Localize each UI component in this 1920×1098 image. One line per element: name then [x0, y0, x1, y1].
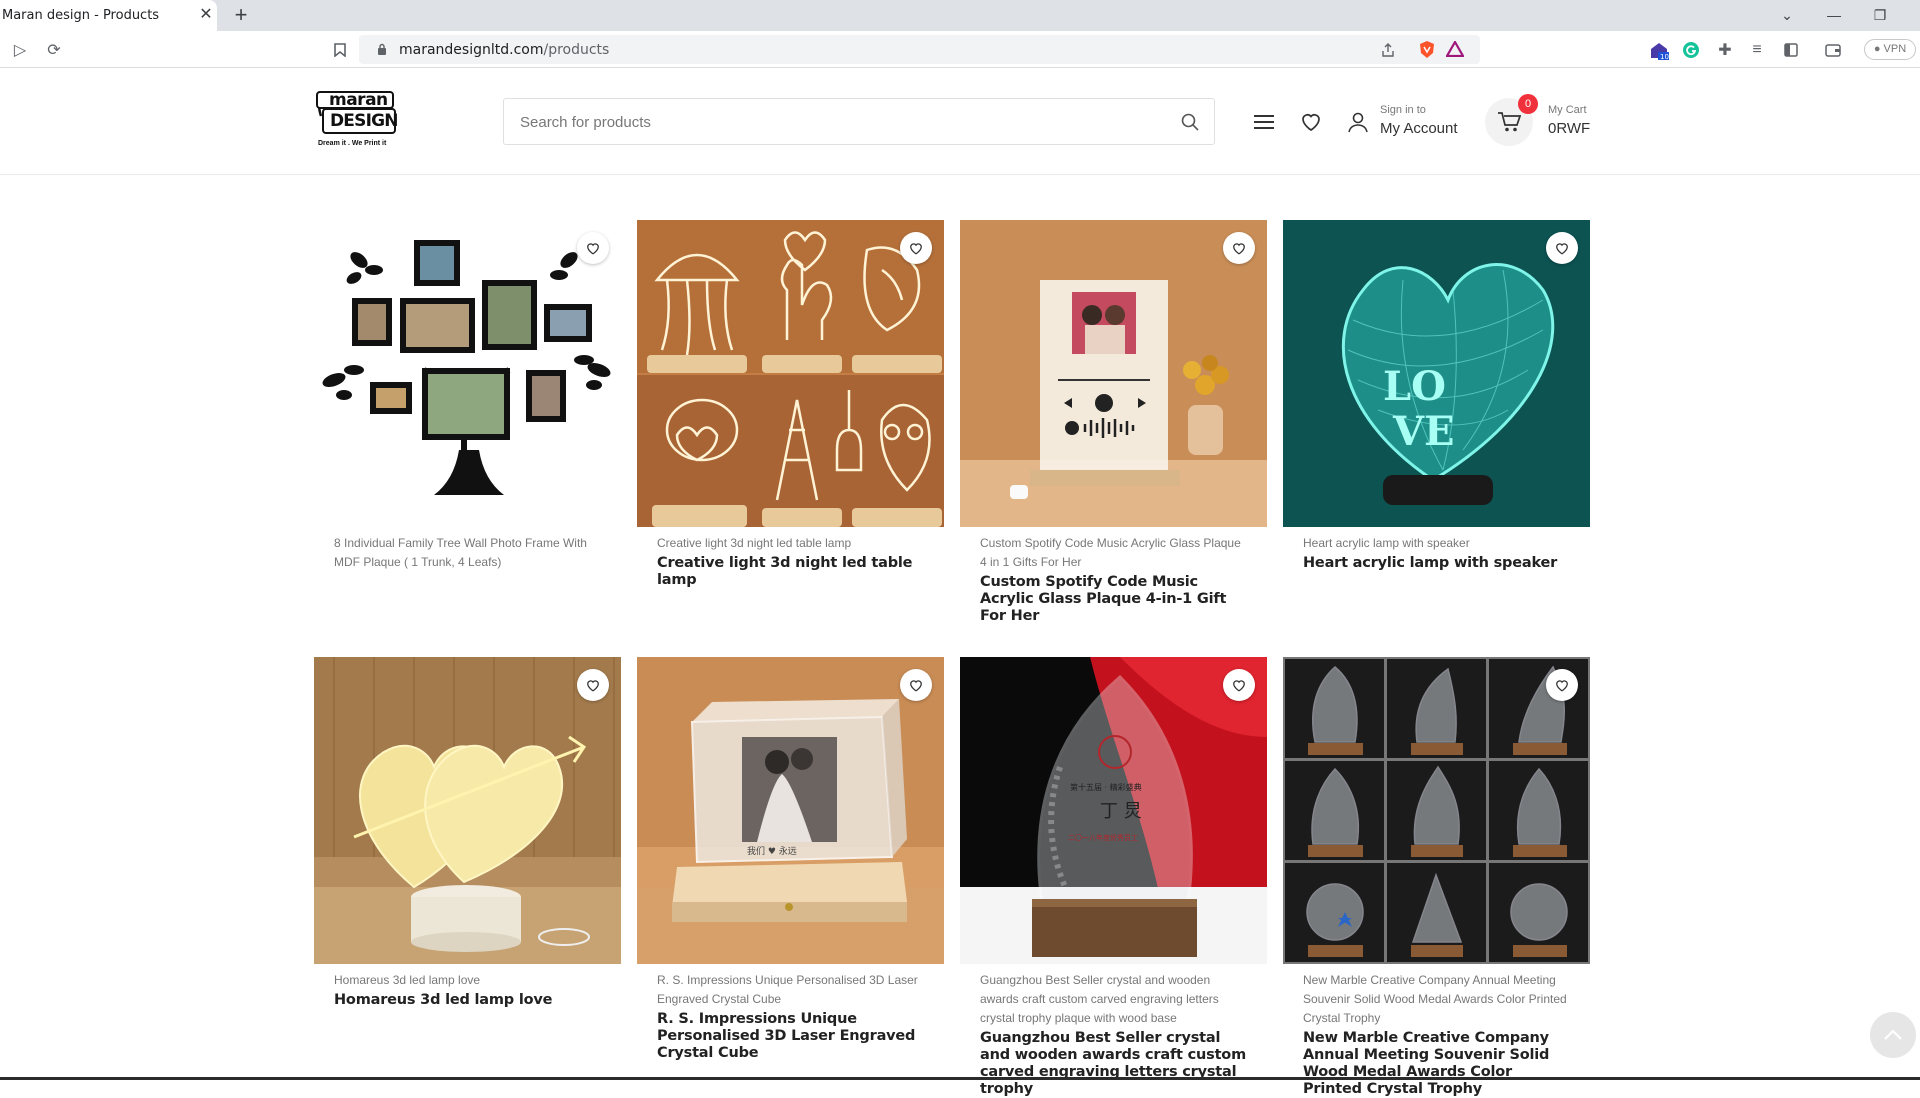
product-subtitle: Heart acrylic lamp with speaker [1303, 536, 1470, 550]
svg-text:LO: LO [1383, 363, 1446, 410]
browser-toolbar: ▷ ⟳ marandesignltd.com/products 10 ✚ ≡ ●… [0, 31, 1920, 68]
heart-icon [910, 242, 922, 255]
product-subtitle: Guangzhou Best Seller crystal and wooden… [980, 973, 1219, 1025]
cart-label[interactable]: My Cart [1548, 104, 1587, 116]
logo-tagline: Dream it . We Print it [318, 140, 387, 147]
extensions-puzzle-icon[interactable]: ✚ [1714, 39, 1736, 61]
family-tree-frame-image[interactable] [314, 220, 621, 527]
new-tab-button[interactable]: + [230, 4, 252, 26]
reload-icon[interactable]: ⟳ [43, 39, 65, 61]
product-subtitle: 8 Individual Family Tree Wall Photo Fram… [334, 536, 587, 569]
love-lamp-image[interactable] [314, 657, 621, 964]
svg-text:丁 炅: 丁 炅 [1100, 801, 1142, 822]
tab-search-icon[interactable]: ⌄ [1775, 4, 1799, 26]
svg-text:我们 ♥ 永远: 我们 ♥ 永远 [747, 845, 797, 857]
cart-icon [1498, 112, 1521, 132]
svg-text:第十五届 · 精彩盛典: 第十五届 · 精彩盛典 [1070, 782, 1142, 792]
add-to-wishlist-button[interactable] [577, 232, 609, 264]
heart-icon [1233, 679, 1245, 692]
share-icon[interactable] [1380, 42, 1396, 58]
lock-icon [378, 43, 386, 55]
scroll-to-top-button[interactable] [1870, 1012, 1916, 1058]
heart-icon [587, 242, 599, 255]
menu-icon[interactable] [1252, 110, 1276, 134]
browser-tab-active[interactable]: Maran design - Products ✕ [0, 0, 217, 31]
search-icon[interactable] [1180, 112, 1200, 132]
svg-text:10: 10 [1660, 53, 1669, 60]
address-bar[interactable]: marandesignltd.com/products [359, 35, 1480, 64]
maran-design-logo[interactable]: maran DESIGN Dream it . We Print it [313, 90, 398, 152]
add-to-wishlist-button[interactable] [577, 669, 609, 701]
heart-icon [587, 679, 599, 692]
search-input[interactable] [520, 111, 1160, 133]
tab-close-icon[interactable]: ✕ [196, 5, 216, 25]
vpn-button[interactable]: ● VPN [1864, 39, 1916, 60]
add-to-wishlist-button[interactable] [1223, 669, 1255, 701]
add-to-wishlist-button[interactable] [900, 669, 932, 701]
product-subtitle: Homareus 3d led lamp love [334, 973, 481, 987]
product-title[interactable]: Guangzhou Best Seller crystal and wooden… [980, 1030, 1250, 1098]
spotify-plaque-image[interactable] [960, 220, 1267, 527]
product-title[interactable]: Homareus 3d led lamp love [334, 992, 604, 1009]
tab-title: Maran design - Products [2, 8, 160, 23]
brave-rewards-icon[interactable] [1446, 41, 1464, 57]
heart-icon [1556, 679, 1568, 692]
cart-count-badge: 0 [1518, 94, 1538, 114]
sidebar-icon[interactable] [1780, 39, 1802, 61]
add-to-wishlist-button[interactable] [1223, 232, 1255, 264]
wishlist-heart-icon[interactable] [1299, 110, 1323, 134]
product-title[interactable]: Custom Spotify Code Music Acrylic Glass … [980, 574, 1250, 625]
grammarly-icon[interactable] [1680, 39, 1702, 61]
product-subtitle: R. S. Impressions Unique Personalised 3D… [657, 973, 918, 1006]
heart-lamp-image[interactable]: LO VE [1283, 220, 1590, 527]
product-title[interactable]: New Marble Creative Company Annual Meeti… [1303, 1030, 1573, 1098]
bookmark-icon[interactable] [329, 39, 351, 61]
sign-in-label[interactable]: Sign in to [1380, 104, 1426, 116]
heart-icon [1556, 242, 1568, 255]
svg-text:二〇一八年度优秀员工: 二〇一八年度优秀员工 [1068, 833, 1138, 842]
product-title[interactable]: Heart acrylic lamp with speaker [1303, 555, 1573, 572]
brave-shield-icon[interactable] [1418, 40, 1436, 59]
heart-icon [910, 679, 922, 692]
crystal-trophy-image[interactable]: 第十五届 · 精彩盛典 丁 炅 二〇一八年度优秀员工 [960, 657, 1267, 964]
search-box [503, 98, 1215, 145]
add-to-wishlist-button[interactable] [900, 232, 932, 264]
product-subtitle: Creative light 3d night led table lamp [657, 536, 852, 550]
my-account-link[interactable]: My Account [1380, 120, 1458, 137]
add-to-wishlist-button[interactable] [1546, 232, 1578, 264]
cart-total[interactable]: 0RWF [1548, 120, 1590, 137]
browser-tabstrip: Maran design - Products ✕ + ⌄ — ❐ [0, 0, 1920, 31]
extension-badge-icon[interactable]: 10 [1648, 39, 1670, 61]
product-subtitle: New Marble Creative Company Annual Meeti… [1303, 973, 1567, 1025]
chevron-up-icon [1884, 1029, 1902, 1040]
url-text: marandesignltd.com/products [399, 42, 610, 58]
user-account-icon[interactable] [1346, 110, 1370, 134]
product-title[interactable]: R. S. Impressions Unique Personalised 3D… [657, 1011, 927, 1062]
logo-text-bottom: DESIGN [330, 111, 398, 131]
site-header: maran DESIGN Dream it . We Print it Sign… [0, 68, 1920, 175]
svg-text:VE: VE [1392, 408, 1455, 455]
heart-icon [1233, 242, 1245, 255]
restore-icon[interactable]: ❐ [1868, 4, 1892, 26]
logo-text-top: maran [329, 90, 388, 110]
product-subtitle: Custom Spotify Code Music Acrylic Glass … [980, 536, 1241, 569]
product-title[interactable]: Creative light 3d night led table lamp [657, 555, 927, 589]
reading-list-icon[interactable]: ≡ [1746, 39, 1768, 61]
crystal-cube-image[interactable]: 我们 ♥ 永远 [637, 657, 944, 964]
add-to-wishlist-button[interactable] [1546, 669, 1578, 701]
wallet-icon[interactable] [1822, 39, 1844, 61]
minimize-icon[interactable]: — [1822, 4, 1846, 26]
3d-lamps-image[interactable] [637, 220, 944, 527]
forward-icon[interactable]: ▷ [9, 39, 31, 61]
trophy-collection-image[interactable] [1283, 657, 1590, 964]
